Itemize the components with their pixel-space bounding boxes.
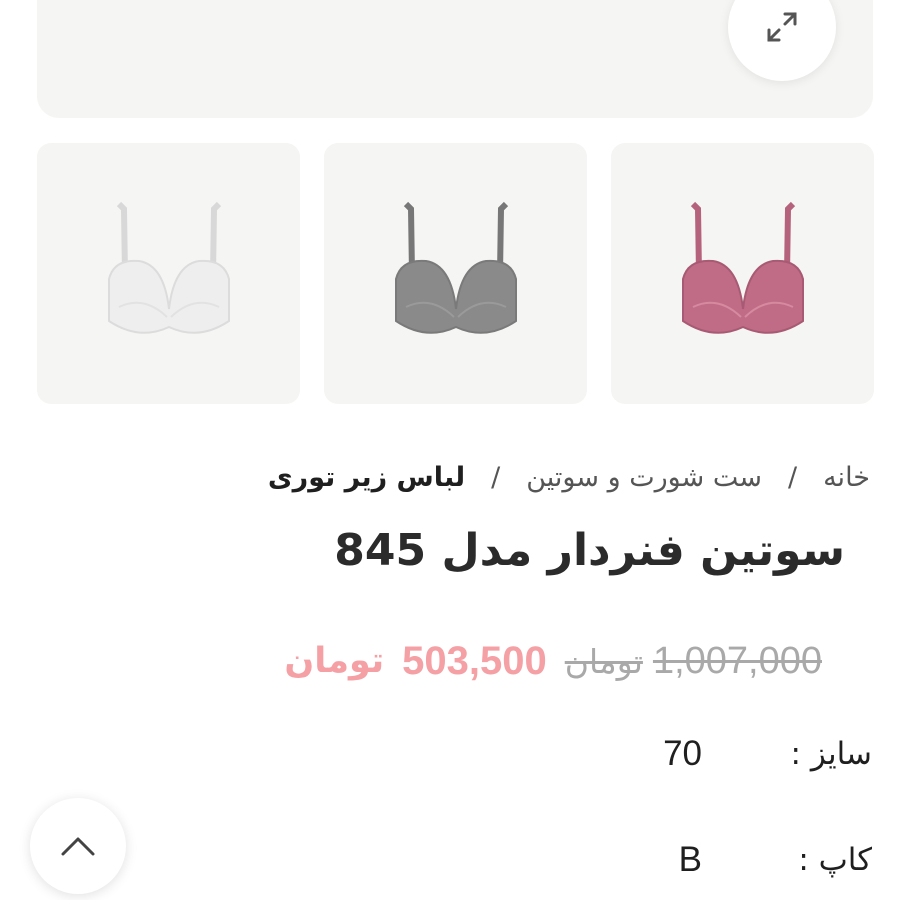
old-price: 1,007,000 تومان	[565, 640, 822, 683]
cup-value: B	[678, 840, 702, 879]
old-price-value: 1,007,000	[652, 639, 822, 682]
product-title: سوتین فنردار مدل 845	[334, 525, 845, 576]
bra-white-image	[107, 201, 230, 334]
scroll-to-top-button[interactable]	[30, 798, 126, 894]
size-value: 70	[663, 734, 702, 773]
old-price-currency: تومان	[564, 641, 643, 681]
bra-pink-image	[681, 201, 804, 334]
cup-label: کاپ :	[798, 842, 872, 878]
breadcrumb-separator: /	[787, 461, 798, 493]
sale-price-currency: تومان	[284, 641, 385, 681]
breadcrumb-home-link[interactable]: خانه	[823, 462, 870, 493]
size-row: سایز : 70	[663, 729, 872, 779]
breadcrumb-separator: /	[491, 461, 501, 493]
cup-row: کاپ : B	[679, 835, 872, 885]
sale-price-value: 503,500	[402, 638, 547, 683]
thumbnail-white[interactable]	[37, 143, 300, 404]
expand-arrows-icon	[767, 12, 797, 42]
breadcrumb: خانه / ست شورت و سوتین / لباس زیر توری	[268, 455, 870, 499]
size-label: سایز :	[790, 736, 872, 772]
sale-price: 503,500 تومان	[284, 639, 546, 684]
thumbnail-gray[interactable]	[324, 143, 587, 404]
breadcrumb-current: لباس زیر توری	[267, 461, 466, 493]
bra-gray-image	[394, 201, 517, 334]
thumbnail-pink[interactable]	[611, 143, 874, 404]
chevron-up-icon	[61, 837, 95, 856]
breadcrumb-category-link[interactable]: ست شورت و سوتین	[526, 462, 762, 493]
price-row: 1,007,000 تومان 503,500 تومان	[284, 636, 822, 686]
